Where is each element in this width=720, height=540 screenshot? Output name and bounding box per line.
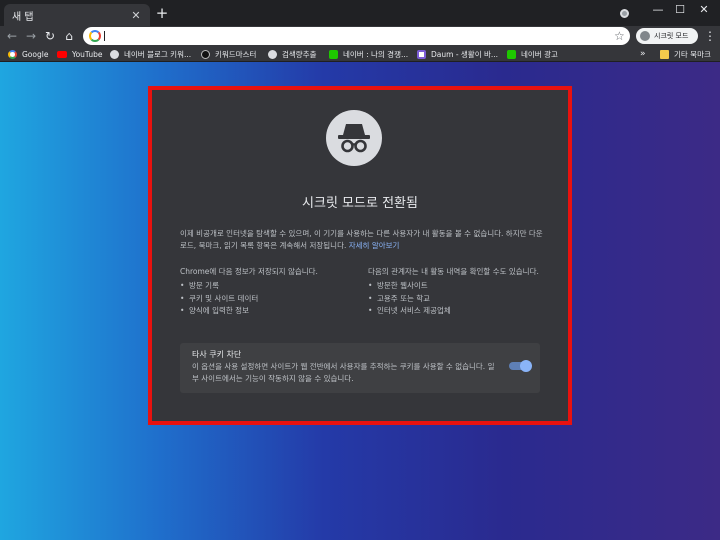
bookmark-naver-ads[interactable]: 네이버 광고 — [507, 47, 558, 61]
incognito-chip[interactable]: 시크릿 모드 — [636, 28, 698, 44]
visible-to-title: 다음의 관계자는 내 활동 내역을 확인할 수도 있습니다. — [368, 267, 539, 276]
bookmark-daum[interactable]: Daum - 생활이 바... — [417, 47, 498, 61]
bookmark-naver-blog[interactable]: 네이버 블로그 키워... — [110, 47, 191, 61]
list-item: 방문한 웹사이트 — [368, 280, 543, 293]
bookmark-label: 검색량추출 — [282, 49, 317, 59]
list-item: 양식에 입력한 정보 — [180, 305, 355, 318]
bookmark-naver-competition[interactable]: 네이버 : 나의 경쟁... — [329, 47, 408, 61]
incognito-chip-label: 시크릿 모드 — [654, 32, 689, 40]
folder-icon — [660, 49, 669, 59]
tab-strip: 새 탭 ✕ + — ☐ ✕ — [0, 0, 720, 26]
tab-title: 새 탭 — [12, 11, 34, 23]
bookmark-label: YouTube — [72, 49, 103, 59]
google-icon — [8, 49, 17, 59]
daum-icon — [417, 49, 426, 59]
bookmark-other-folder[interactable]: 기타 북마크 — [660, 47, 711, 61]
naver-icon — [507, 49, 516, 59]
learn-more-link[interactable]: 자세히 알아보기 — [349, 241, 400, 250]
bookmark-label: Daum - 생활이 바... — [431, 49, 499, 59]
reload-button[interactable]: ↻ — [42, 28, 58, 44]
toolbar: ← → ↻ ⌂ ☆ 시크릿 모드 ⋮ — [0, 26, 720, 46]
close-tab-icon[interactable]: ✕ — [130, 9, 142, 22]
bookmark-youtube[interactable]: YouTube — [57, 47, 103, 61]
naver-icon — [329, 49, 338, 59]
globe-icon — [110, 49, 119, 59]
not-saved-title: Chrome에 다음 정보가 저장되지 않습니다. — [180, 267, 318, 276]
k-icon — [201, 49, 210, 59]
intro-text: 이제 비공개로 인터넷을 탐색할 수 있으며, 이 기기를 사용하는 다른 사용… — [180, 228, 544, 252]
incognito-avatar-icon — [640, 31, 650, 41]
youtube-icon — [57, 50, 67, 58]
bookmark-label: 기타 북마크 — [674, 49, 711, 59]
list-item: 인터넷 서비스 제공업체 — [368, 305, 543, 318]
bookmark-label: Google — [22, 49, 49, 59]
text-cursor — [104, 31, 105, 41]
tab-new-tab[interactable]: 새 탭 ✕ — [4, 4, 150, 26]
incognito-icon — [326, 110, 382, 166]
google-icon — [89, 30, 101, 42]
maximize-button[interactable]: ☐ — [670, 2, 690, 18]
cookie-title: 타사 쿠키 차단 — [192, 350, 242, 359]
bookmarks-bar: Google YouTube 네이버 블로그 키워... 키워드마스터 검색량추… — [0, 46, 720, 62]
address-bar[interactable]: ☆ — [83, 27, 630, 45]
not-saved-section: Chrome에 다음 정보가 저장되지 않습니다. 방문 기록 쿠키 및 사이트… — [180, 266, 355, 318]
bookmark-search-volume[interactable]: 검색량추출 — [268, 47, 317, 61]
list-item: 고용주 또는 학교 — [368, 293, 543, 306]
minimize-button[interactable]: — — [648, 2, 668, 18]
bookmark-keyword-master[interactable]: 키워드마스터 — [201, 47, 256, 61]
cookie-description: 이 옵션을 사용 설정하면 사이트가 웹 전반에서 사용자를 추적하는 쿠키를 … — [192, 362, 495, 383]
bookmark-label: 키워드마스터 — [215, 49, 257, 59]
home-button[interactable]: ⌂ — [61, 28, 77, 44]
list-item: 쿠키 및 사이트 데이터 — [180, 293, 355, 306]
new-tab-button[interactable]: + — [154, 4, 170, 22]
bookmark-label: 네이버 광고 — [521, 49, 558, 59]
bookmark-label: 네이버 블로그 키워... — [124, 49, 192, 59]
bookmark-star-icon[interactable]: ☆ — [614, 28, 625, 44]
block-cookies-toggle[interactable] — [509, 360, 532, 372]
list-item: 방문 기록 — [180, 280, 355, 293]
globe-icon — [268, 49, 277, 59]
visible-to-section: 다음의 관계자는 내 활동 내역을 확인할 수도 있습니다. 방문한 웹사이트 … — [368, 266, 543, 318]
back-button[interactable]: ← — [4, 28, 20, 44]
bookmarks-overflow-icon[interactable]: » — [640, 47, 646, 61]
close-window-button[interactable]: ✕ — [694, 2, 714, 18]
forward-button[interactable]: → — [23, 28, 39, 44]
bookmark-label: 네이버 : 나의 경쟁... — [343, 49, 409, 59]
page-title: 시크릿 모드로 전환됨 — [302, 196, 418, 211]
bookmark-google[interactable]: Google — [8, 47, 48, 61]
incognito-profile-icon[interactable] — [620, 9, 629, 18]
toggle-knob — [520, 360, 532, 372]
more-menu-icon[interactable]: ⋮ — [704, 28, 716, 44]
third-party-cookie-card: 타사 쿠키 차단 이 옵션을 사용 설정하면 사이트가 웹 전반에서 사용자를 … — [180, 343, 540, 393]
